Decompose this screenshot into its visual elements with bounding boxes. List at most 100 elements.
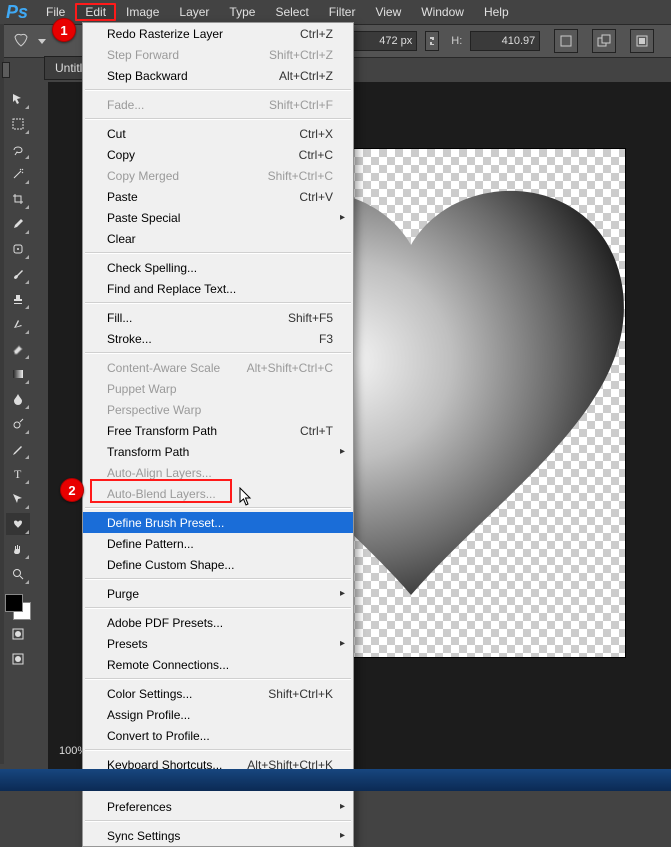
menu-separator <box>85 352 351 354</box>
link-wh-toggle[interactable] <box>425 31 439 51</box>
tool-preset-picker[interactable] <box>38 39 46 44</box>
menu-select[interactable]: Select <box>265 3 318 21</box>
tool-hand-icon[interactable] <box>6 538 30 560</box>
menu-item-preferences[interactable]: Preferences▸ <box>83 796 353 817</box>
menu-layer[interactable]: Layer <box>169 3 219 21</box>
menu-type[interactable]: Type <box>219 3 265 21</box>
align-edges-button[interactable] <box>554 29 578 53</box>
menu-item-auto-blend-layers: Auto-Blend Layers... <box>83 483 353 504</box>
menu-item-label: Fill... <box>107 311 288 325</box>
menu-file[interactable]: File <box>36 3 75 21</box>
menu-item-label: Check Spelling... <box>107 261 333 275</box>
menu-item-shortcut: Ctrl+C <box>299 148 333 162</box>
menu-item-shortcut: Shift+Ctrl+Z <box>269 48 333 62</box>
menu-item-cut[interactable]: CutCtrl+X <box>83 123 353 144</box>
menu-item-label: Step Backward <box>107 69 279 83</box>
menu-item-purge[interactable]: Purge▸ <box>83 583 353 604</box>
tool-history-icon[interactable] <box>6 313 30 335</box>
menu-item-perspective-warp: Perspective Warp <box>83 399 353 420</box>
quick-mask-icon[interactable] <box>6 623 30 645</box>
menu-item-define-pattern[interactable]: Define Pattern... <box>83 533 353 554</box>
menu-item-convert-to-profile[interactable]: Convert to Profile... <box>83 725 353 746</box>
svg-text:T: T <box>14 467 22 481</box>
menu-item-presets[interactable]: Presets▸ <box>83 633 353 654</box>
menu-window[interactable]: Window <box>411 3 474 21</box>
tool-blur-icon[interactable] <box>6 388 30 410</box>
tool-marquee-icon[interactable] <box>6 113 30 135</box>
submenu-arrow-icon: ▸ <box>340 801 345 812</box>
tool-crop-icon[interactable] <box>6 188 30 210</box>
menu-item-label: Copy Merged <box>107 169 268 183</box>
tool-type-icon[interactable]: T <box>6 463 30 485</box>
menu-edit[interactable]: Edit <box>75 3 116 21</box>
menu-item-paste-special[interactable]: Paste Special▸ <box>83 207 353 228</box>
tool-stamp-icon[interactable] <box>6 288 30 310</box>
menu-item-paste[interactable]: PasteCtrl+V <box>83 186 353 207</box>
menu-item-transform-path[interactable]: Transform Path ▸ <box>83 441 353 462</box>
menu-item-copy[interactable]: CopyCtrl+C <box>83 144 353 165</box>
menu-image[interactable]: Image <box>116 3 169 21</box>
path-arrangement-button[interactable] <box>630 29 654 53</box>
menu-item-step-backward[interactable]: Step BackwardAlt+Ctrl+Z <box>83 65 353 86</box>
menu-help[interactable]: Help <box>474 3 519 21</box>
tool-eyedrop-icon[interactable] <box>6 213 30 235</box>
menu-item-copy-merged: Copy MergedShift+Ctrl+C <box>83 165 353 186</box>
menubar: FileEditImageLayerTypeSelectFilterViewWi… <box>36 2 519 22</box>
width-input[interactable] <box>347 31 417 51</box>
tool-move-icon[interactable] <box>6 88 30 110</box>
height-input[interactable] <box>470 31 540 51</box>
toolbar: T <box>4 88 32 670</box>
annotation-badge-1: 1 <box>52 18 76 42</box>
menu-item-redo-rasterize-layer[interactable]: Redo Rasterize LayerCtrl+Z <box>83 23 353 44</box>
menu-item-stroke[interactable]: Stroke...F3 <box>83 328 353 349</box>
tool-path-icon[interactable] <box>6 488 30 510</box>
menu-item-label: Auto-Align Layers... <box>107 466 333 480</box>
menu-item-clear[interactable]: Clear <box>83 228 353 249</box>
tool-wand-icon[interactable] <box>6 163 30 185</box>
tool-pen-icon[interactable] <box>6 438 30 460</box>
tool-brush-icon[interactable] <box>6 263 30 285</box>
menu-item-label: Step Forward <box>107 48 269 62</box>
tool-zoom-icon[interactable] <box>6 563 30 585</box>
menu-item-label: Stroke... <box>107 332 319 346</box>
menu-item-label: Transform Path <box>107 445 333 459</box>
menu-item-define-custom-shape[interactable]: Define Custom Shape... <box>83 554 353 575</box>
submenu-arrow-icon: ▸ <box>340 446 345 457</box>
tool-eraser-icon[interactable] <box>6 338 30 360</box>
tool-gradient-icon[interactable] <box>6 363 30 385</box>
menu-item-label: Puppet Warp <box>107 382 333 396</box>
menu-item-shortcut: Shift+Ctrl+C <box>268 169 333 183</box>
menu-item-auto-align-layers: Auto-Align Layers... <box>83 462 353 483</box>
path-operations-button[interactable] <box>592 29 616 53</box>
menu-item-free-transform-path[interactable]: Free Transform PathCtrl+T <box>83 420 353 441</box>
menu-item-check-spelling[interactable]: Check Spelling... <box>83 257 353 278</box>
menu-item-color-settings[interactable]: Color Settings...Shift+Ctrl+K <box>83 683 353 704</box>
menu-item-label: Perspective Warp <box>107 403 333 417</box>
tool-lasso-icon[interactable] <box>6 138 30 160</box>
menu-view[interactable]: View <box>365 3 411 21</box>
tool-dodge-icon[interactable] <box>6 413 30 435</box>
menu-separator <box>85 678 351 680</box>
menu-item-fill[interactable]: Fill...Shift+F5 <box>83 307 353 328</box>
menu-item-define-brush-preset[interactable]: Define Brush Preset... <box>83 512 353 533</box>
menu-filter[interactable]: Filter <box>319 3 366 21</box>
menu-item-shortcut: Ctrl+Z <box>300 27 333 41</box>
menu-item-label: Clear <box>107 232 333 246</box>
toolbar-handle[interactable] <box>2 62 10 78</box>
menu-item-adobe-pdf-presets[interactable]: Adobe PDF Presets... <box>83 612 353 633</box>
menu-item-shortcut: Alt+Shift+Ctrl+C <box>247 361 333 375</box>
color-swatches[interactable] <box>5 594 31 620</box>
submenu-arrow-icon: ▸ <box>340 588 345 599</box>
menu-item-remote-connections[interactable]: Remote Connections... <box>83 654 353 675</box>
menu-item-label: Define Pattern... <box>107 537 333 551</box>
app-logo: Ps <box>6 2 28 23</box>
menu-item-sync-settings[interactable]: Sync Settings▸ <box>83 825 353 846</box>
screen-mode-icon[interactable] <box>6 648 30 670</box>
menu-separator <box>85 607 351 609</box>
menu-item-shortcut: Shift+F5 <box>288 311 333 325</box>
menu-item-shortcut: Alt+Ctrl+Z <box>279 69 333 83</box>
tool-shape-icon[interactable] <box>6 513 30 535</box>
tool-patch-icon[interactable] <box>6 238 30 260</box>
menu-item-find-and-replace-text[interactable]: Find and Replace Text... <box>83 278 353 299</box>
menu-item-assign-profile[interactable]: Assign Profile... <box>83 704 353 725</box>
